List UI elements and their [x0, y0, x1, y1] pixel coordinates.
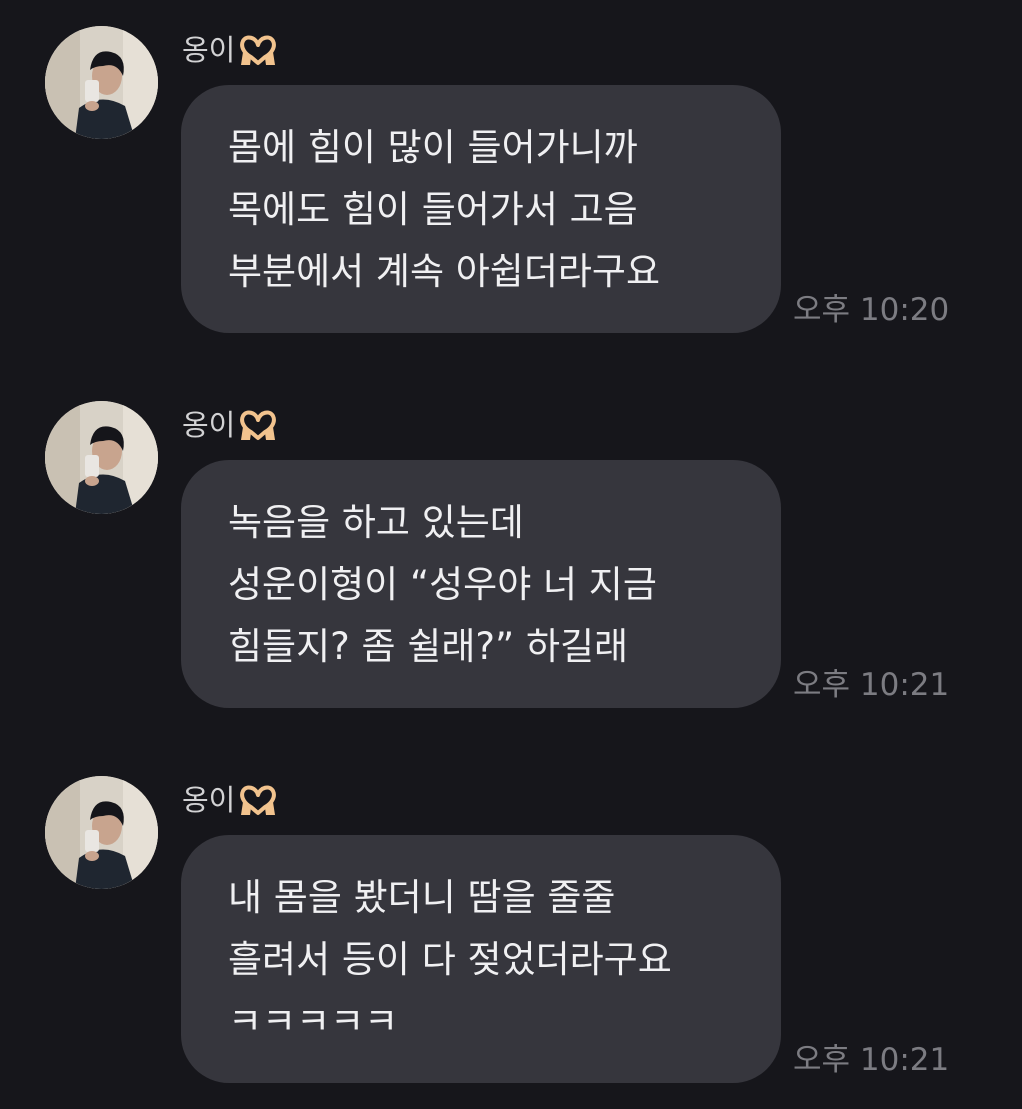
sender-name: 옹이: [182, 33, 236, 67]
avatar[interactable]: [45, 401, 158, 514]
heart-hands-icon: [237, 407, 279, 443]
message-bubble[interactable]: 녹음을 하고 있는데 성운이형이 “성우야 너 지금 힘들지? 좀 쉴래?” 하…: [181, 460, 781, 708]
chat-message: 옹이 녹음을 하고 있는데 성운이형이 “성우야 너 지금 힘들지? 좀 쉴래?…: [0, 375, 1022, 750]
avatar[interactable]: [45, 776, 158, 889]
sender: 옹이: [182, 780, 279, 820]
heart-hands-icon: [237, 782, 279, 818]
message-bubble[interactable]: 내 몸을 봤더니 땀을 줄줄 흘려서 등이 다 젖었더라구요 ㅋㅋㅋㅋㅋ: [181, 835, 781, 1083]
chat-message: 옹이 몸에 힘이 많이 들어가니까 목에도 힘이 들어가서 고음 부분에서 계속…: [0, 0, 1022, 375]
message-bubble[interactable]: 몸에 힘이 많이 들어가니까 목에도 힘이 들어가서 고음 부분에서 계속 아쉽…: [181, 85, 781, 333]
profile-photo-avatar: [45, 26, 158, 139]
sender: 옹이: [182, 405, 279, 445]
timestamp: 오후 10:21: [793, 667, 950, 703]
message-line: 녹음을 하고 있는데: [228, 501, 524, 544]
message-line: 흘려서 등이 다 젖었더라구요: [228, 938, 672, 981]
message-line: 성운이형이 “성우야 너 지금: [228, 563, 657, 606]
message-line: 내 몸을 봤더니 땀을 줄줄: [228, 876, 616, 919]
timestamp: 오후 10:21: [793, 1042, 950, 1078]
avatar[interactable]: [45, 26, 158, 139]
message-line: 목에도 힘이 들어가서 고음: [228, 188, 638, 231]
message-line: 부분에서 계속 아쉽더라구요: [228, 250, 661, 293]
timestamp: 오후 10:20: [793, 292, 950, 328]
heart-hands-icon: [237, 32, 279, 68]
message-line: 몸에 힘이 많이 들어가니까: [228, 126, 638, 169]
profile-photo-avatar: [45, 776, 158, 889]
message-line: ㅋㅋㅋㅋㅋ: [228, 1000, 399, 1043]
sender-name: 옹이: [182, 783, 236, 817]
chat-message: 옹이 내 몸을 봤더니 땀을 줄줄 흘려서 등이 다 젖었더라구요 ㅋㅋㅋㅋㅋ …: [0, 750, 1022, 1109]
message-line: 힘들지? 좀 쉴래?” 하길래: [228, 625, 629, 668]
sender-name: 옹이: [182, 408, 236, 442]
profile-photo-avatar: [45, 401, 158, 514]
sender: 옹이: [182, 30, 279, 70]
